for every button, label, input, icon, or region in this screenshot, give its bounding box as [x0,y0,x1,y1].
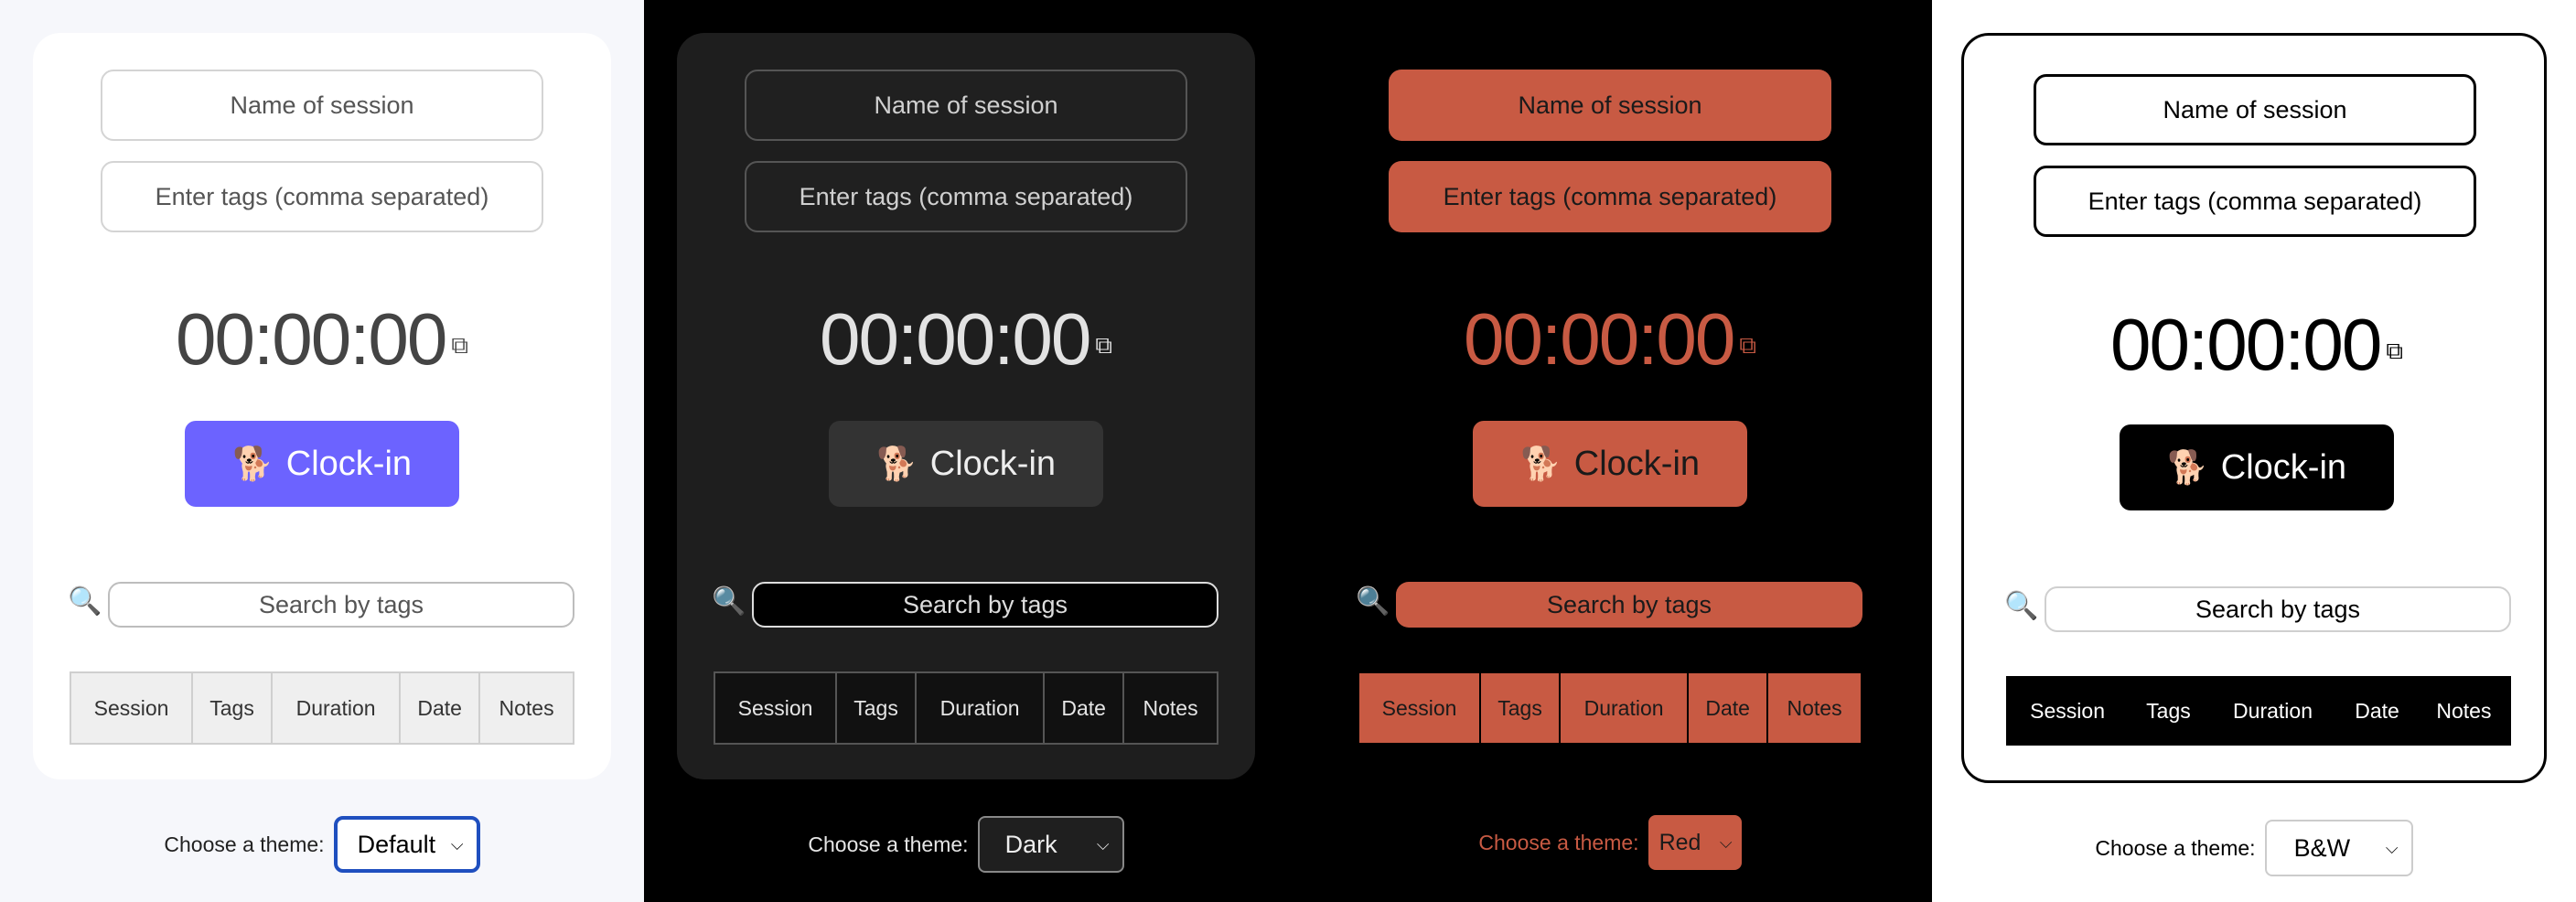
clock-in-button[interactable]: 🐕 Clock-in [829,421,1103,507]
chevron-down-icon: ⌵ [450,834,464,854]
clock-in-label: Clock-in [929,444,1057,483]
theme-label: Choose a theme: [1478,830,1639,854]
col-duration: Duration [270,671,402,745]
chevron-down-icon: ⌵ [2385,838,2399,857]
search-input[interactable]: Search by tags [108,582,574,628]
search-icon: 🔍 [68,586,102,617]
theme-select[interactable]: Red ⌵ [1648,815,1742,870]
col-session: Session [713,671,838,745]
col-duration: Duration [914,671,1046,745]
clock-in-label: Clock-in [285,444,413,483]
timer-display: 00:00:00 ⧉ [33,294,611,385]
session-name-input[interactable]: Name of session [101,70,543,141]
copy-icon[interactable]: ⧉ [451,331,468,359]
col-date: Date [1043,671,1125,745]
theme-label: Choose a theme: [808,832,969,856]
theme-chooser: Choose a theme: Default ⌵ [0,816,644,873]
timer-value: 00:00:00 [176,298,447,380]
theme-chooser: Choose a theme: B&W ⌵ [1932,820,2576,876]
col-tags: Tags [191,671,273,745]
timer-display: 00:00:00 ⧉ [677,294,1255,385]
table-header-row: Session Tags Duration Date Notes [1357,671,1862,745]
table-header-row: Session Tags Duration Date Notes [69,671,574,745]
chevron-down-icon: ⌵ [1719,832,1733,852]
col-notes: Notes [2416,676,2511,746]
timer-value: 00:00:00 [820,298,1091,380]
col-notes: Notes [478,671,574,745]
search-icon: 🔍 [2004,591,2039,621]
theme-selected-value: Default [357,830,436,858]
theme-label: Choose a theme: [164,832,325,856]
tags-input[interactable]: Enter tags (comma separated) [101,161,543,232]
walking-dog-icon: 🐕 [2166,448,2208,486]
col-duration: Duration [2207,676,2338,746]
table-header-row: Session Tags Duration Date Notes [2006,676,2511,746]
sessions-table: Session Tags Duration Date Notes [69,671,574,745]
timer-card: Name of session Enter tags (comma separa… [1321,33,1899,779]
copy-icon[interactable]: ⧉ [2386,337,2403,364]
theme-selected-value: Red [1658,829,1701,855]
clock-in-label: Clock-in [2220,447,2347,487]
col-session: Session [1357,671,1482,745]
search-input[interactable]: Search by tags [2045,586,2511,632]
sessions-table: Session Tags Duration Date Notes [2006,676,2511,746]
search-icon: 🔍 [1356,586,1390,617]
tags-input[interactable]: Enter tags (comma separated) [1389,161,1831,232]
col-notes: Notes [1122,671,1218,745]
walking-dog-icon: 🐕 [875,445,918,482]
session-name-input[interactable]: Name of session [745,70,1187,141]
timer-card: Name of session Enter tags (comma separa… [677,33,1255,779]
timer-value: 00:00:00 [1464,298,1735,380]
search-input[interactable]: Search by tags [752,582,1218,628]
col-date: Date [1687,671,1769,745]
session-name-input[interactable]: Name of session [1389,70,1831,141]
col-date: Date [2337,676,2417,746]
sessions-table: Session Tags Duration Date Notes [713,671,1218,745]
copy-icon[interactable]: ⧉ [1739,331,1756,359]
tags-input[interactable]: Enter tags (comma separated) [2034,166,2476,237]
theme-label: Choose a theme: [2095,835,2256,860]
clock-in-button[interactable]: 🐕 Clock-in [185,421,459,507]
timer-value: 00:00:00 [2110,304,2382,385]
col-notes: Notes [1766,671,1862,745]
col-tags: Tags [2129,676,2208,746]
timer-display: 00:00:00 ⧉ [1964,299,2549,391]
col-duration: Duration [1558,671,1690,745]
tags-input[interactable]: Enter tags (comma separated) [745,161,1187,232]
col-tags: Tags [1479,671,1561,745]
timer-card: Name of session Enter tags (comma separa… [33,33,611,779]
timer-card: Name of session Enter tags (comma separa… [1961,33,2547,783]
theme-selected-value: Dark [1004,830,1057,858]
col-session: Session [2006,676,2130,746]
walking-dog-icon: 🐕 [1519,445,1562,482]
search-input[interactable]: Search by tags [1396,582,1862,628]
col-tags: Tags [835,671,917,745]
panel-dark-theme: Name of session Enter tags (comma separa… [644,0,1288,902]
clock-in-button[interactable]: 🐕 Clock-in [2120,424,2394,510]
walking-dog-icon: 🐕 [231,445,274,482]
sessions-table: Session Tags Duration Date Notes [1357,671,1862,745]
theme-select[interactable]: Dark ⌵ [977,816,1124,873]
col-session: Session [69,671,194,745]
theme-chooser: Choose a theme: Dark ⌵ [644,816,1288,873]
theme-chooser: Choose a theme: Red ⌵ [1288,814,1932,871]
chevron-down-icon: ⌵ [1096,834,1110,854]
theme-select[interactable]: B&W ⌵ [2264,820,2413,876]
search-icon: 🔍 [712,586,746,617]
timer-display: 00:00:00 ⧉ [1321,294,1899,385]
clock-in-label: Clock-in [1573,444,1701,483]
table-header-row: Session Tags Duration Date Notes [713,671,1218,745]
theme-select[interactable]: Default ⌵ [333,816,480,873]
col-date: Date [399,671,481,745]
copy-icon[interactable]: ⧉ [1095,331,1112,359]
panel-red-theme: Name of session Enter tags (comma separa… [1288,0,1932,902]
theme-selected-value: B&W [2293,833,2351,862]
panel-default-theme: Name of session Enter tags (comma separa… [0,0,644,902]
session-name-input[interactable]: Name of session [2034,74,2476,145]
clock-in-button[interactable]: 🐕 Clock-in [1473,421,1747,507]
panel-bw-theme: Name of session Enter tags (comma separa… [1932,0,2576,902]
